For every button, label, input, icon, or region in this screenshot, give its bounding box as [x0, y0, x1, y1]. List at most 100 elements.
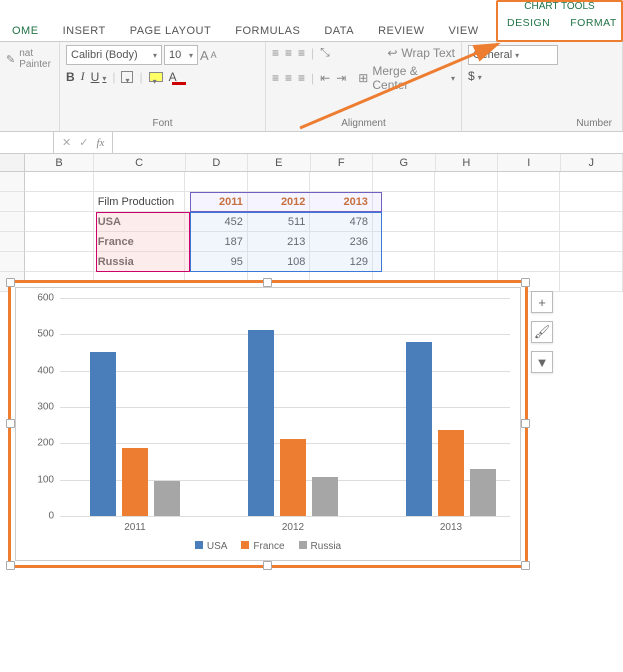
cell[interactable] [560, 272, 623, 292]
wrap-text-button[interactable]: ↩Wrap Text [387, 46, 455, 60]
cell[interactable] [94, 172, 186, 192]
bold-button[interactable]: B [66, 70, 75, 84]
font-size-combo[interactable]: 10 [164, 45, 198, 65]
cell[interactable]: Russia [94, 252, 186, 272]
legend-item[interactable]: Russia [299, 541, 342, 552]
col-header[interactable]: H [436, 154, 499, 171]
border-button[interactable] [121, 71, 133, 83]
bar[interactable] [438, 430, 464, 516]
cell[interactable] [248, 172, 311, 192]
chart-elements-button[interactable]: + [531, 291, 553, 313]
resize-handle[interactable] [521, 419, 530, 428]
plot-area[interactable]: 0100200300400500600201120122013 [60, 298, 510, 516]
cell[interactable]: USA [94, 212, 186, 232]
col-header[interactable]: I [498, 154, 561, 171]
worksheet-grid[interactable]: Film Production 2011 2012 2013 USA 452 5… [0, 172, 623, 672]
resize-handle[interactable] [6, 419, 15, 428]
cell[interactable]: 236 [310, 232, 373, 252]
cell[interactable] [373, 212, 436, 232]
cell[interactable] [498, 232, 561, 252]
font-color-button[interactable]: A [169, 70, 183, 84]
resize-handle[interactable] [521, 561, 530, 570]
cancel-icon[interactable]: ✕ [62, 136, 71, 149]
tab-chart-format[interactable]: FORMAT [560, 13, 623, 33]
bar-group[interactable] [406, 342, 496, 516]
cell[interactable] [435, 192, 498, 212]
name-box[interactable] [0, 132, 54, 153]
decrease-font-icon[interactable]: A [211, 50, 217, 60]
bar-group[interactable] [248, 330, 338, 516]
cell[interactable] [25, 172, 93, 192]
cell[interactable] [25, 192, 93, 212]
cell[interactable] [560, 252, 623, 272]
cell[interactable] [25, 252, 93, 272]
align-top-icon[interactable]: ≡ [272, 46, 279, 60]
merge-center-button[interactable]: ⊞Merge & Center [358, 64, 455, 92]
cell[interactable] [373, 172, 436, 192]
col-header[interactable]: E [248, 154, 311, 171]
resize-handle[interactable] [6, 561, 15, 570]
tab-formulas[interactable]: FORMULAS [223, 21, 312, 41]
row-header[interactable] [0, 172, 25, 192]
accounting-format-button[interactable]: $ [468, 69, 482, 83]
cell[interactable] [435, 212, 498, 232]
resize-handle[interactable] [263, 278, 272, 287]
align-center-icon[interactable]: ≡ [285, 71, 292, 85]
fill-color-button[interactable] [149, 72, 163, 82]
cell[interactable] [25, 232, 93, 252]
select-all-corner[interactable] [0, 154, 25, 171]
cell[interactable] [435, 172, 498, 192]
cell[interactable] [373, 252, 436, 272]
tab-insert[interactable]: INSERT [51, 21, 118, 41]
embedded-chart[interactable]: 0100200300400500600201120122013 USAFranc… [8, 280, 528, 568]
italic-button[interactable]: I [81, 69, 85, 84]
cell[interactable]: 187 [185, 232, 248, 252]
cell[interactable] [498, 252, 561, 272]
bar[interactable] [312, 477, 338, 516]
number-format-combo[interactable]: General [468, 45, 558, 65]
cell[interactable]: 2012 [248, 192, 311, 212]
legend-item[interactable]: France [241, 541, 284, 552]
orientation-icon[interactable]: ⤡ [320, 45, 330, 60]
col-header[interactable]: J [561, 154, 623, 171]
cell[interactable]: 2011 [185, 192, 248, 212]
cell[interactable]: France [94, 232, 186, 252]
enter-icon[interactable]: ✓ [79, 136, 88, 149]
col-header[interactable]: D [186, 154, 249, 171]
cell[interactable] [498, 192, 561, 212]
align-right-icon[interactable]: ≡ [298, 71, 305, 85]
tab-home[interactable]: OME [0, 21, 51, 41]
cell[interactable] [25, 212, 93, 232]
bar[interactable] [280, 439, 306, 516]
col-header[interactable]: B [25, 154, 93, 171]
cell[interactable]: 108 [248, 252, 311, 272]
chart-filters-button[interactable]: ▼ [531, 351, 553, 373]
tab-chart-design[interactable]: DESIGN [497, 13, 560, 33]
col-header[interactable]: C [94, 154, 186, 171]
resize-handle[interactable] [521, 278, 530, 287]
chart-legend[interactable]: USAFranceRussia [16, 541, 520, 552]
bar[interactable] [90, 352, 116, 516]
cell[interactable] [560, 172, 623, 192]
cell[interactable]: 2013 [310, 192, 373, 212]
row-header[interactable] [0, 192, 25, 212]
col-header[interactable]: G [373, 154, 436, 171]
tab-review[interactable]: REVIEW [366, 21, 436, 41]
cell[interactable]: 213 [248, 232, 311, 252]
cell[interactable] [560, 192, 623, 212]
cell[interactable] [435, 252, 498, 272]
bar[interactable] [154, 481, 180, 516]
cell[interactable] [373, 192, 436, 212]
chart-styles-button[interactable]: 🖌 [531, 321, 553, 343]
row-header[interactable] [0, 212, 25, 232]
cell[interactable]: 452 [185, 212, 248, 232]
bar[interactable] [470, 469, 496, 516]
resize-handle[interactable] [263, 561, 272, 570]
cell[interactable] [560, 232, 623, 252]
cell[interactable]: Film Production [94, 192, 186, 212]
tab-data[interactable]: DATA [312, 21, 366, 41]
fx-icon[interactable]: fx [96, 137, 104, 149]
cell[interactable] [498, 172, 561, 192]
cell[interactable]: 129 [310, 252, 373, 272]
align-middle-icon[interactable]: ≡ [285, 46, 292, 60]
